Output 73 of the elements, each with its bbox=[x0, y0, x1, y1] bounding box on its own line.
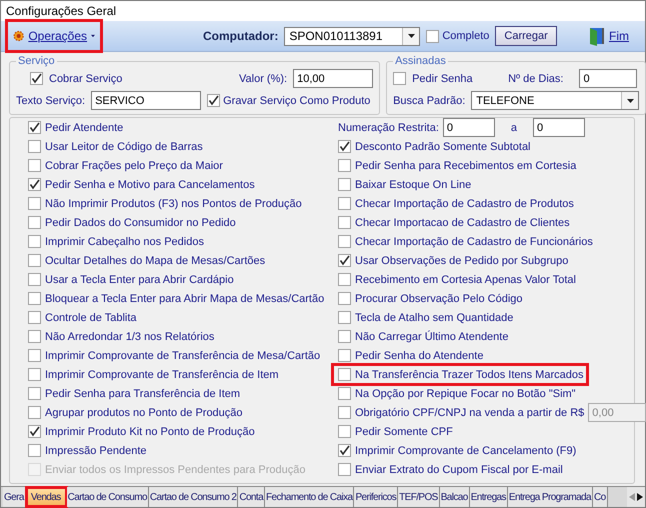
option-label: Usar a Tecla Enter para Abrir Cardápio bbox=[45, 274, 234, 286]
field-label: Busca Padrão: bbox=[393, 94, 466, 106]
option-label: Baixar Estoque On Line bbox=[355, 178, 472, 190]
option-label: Na Opção por Repique Focar no Botão "Sim" bbox=[355, 388, 576, 400]
range-to-field[interactable]: 0 bbox=[533, 118, 585, 137]
option-label: Enviar Extrato do Cupom Fiscal por E-mail bbox=[355, 464, 563, 476]
option-label: Imprimir Comprovante de Transferência de Mesa/Cartão bbox=[45, 350, 320, 362]
option-label: Pedir Senha do Atendente bbox=[355, 350, 484, 362]
range-from-field[interactable]: 0 bbox=[442, 118, 495, 137]
option-label: Pedir Somente CPF bbox=[355, 426, 453, 438]
load-button[interactable]: Carregar bbox=[495, 26, 557, 46]
option-label: Checar Importação de Cadastro de Funcionários bbox=[355, 236, 593, 248]
computer-select[interactable]: SPON010113891 bbox=[284, 26, 420, 46]
exit-button[interactable]: Fim bbox=[582, 25, 635, 47]
tab[interactable]: Co bbox=[592, 487, 608, 507]
tab[interactable]: Vendas bbox=[26, 487, 67, 507]
option-label: Imprimir Produto Kit no Ponto de Produção bbox=[45, 426, 255, 438]
tab[interactable]: TEF/POS bbox=[398, 487, 440, 507]
window-title: Configurações Geral bbox=[1, 1, 645, 21]
option-label: Não Imprimir Produtos (F3) nos Pontos de Produção bbox=[45, 198, 302, 210]
field-label: Texto Serviço: bbox=[16, 94, 86, 106]
option-label: Não Carregar Último Atendente bbox=[355, 330, 508, 342]
option-label: Cobrar Frações pelo Preço da Maior bbox=[45, 160, 223, 172]
service-text-field[interactable]: SERVICO bbox=[91, 91, 202, 110]
value-field[interactable]: 10,00 bbox=[293, 69, 374, 88]
option-label: Usar Leitor de Código de Barras bbox=[45, 140, 203, 152]
option-label: Impressão Pendente bbox=[45, 444, 147, 456]
option-label: Não Arredondar 1/3 nos Relatórios bbox=[45, 330, 214, 342]
option-label: Procurar Observação Pelo Código bbox=[355, 292, 523, 304]
field-label: Numeração Restrita: bbox=[338, 122, 439, 134]
option-label: Pedir Senha bbox=[412, 72, 474, 84]
option-label: Pedir Senha e Motivo para Cancelamentos bbox=[45, 178, 255, 190]
option-label: Na Transferência Trazer Todos Itens Marcados bbox=[355, 368, 584, 380]
option-label: Desconto Padrão Somente Subtotal bbox=[355, 140, 531, 152]
option-label: Usar Observações de Pedido por Subgrupo bbox=[355, 254, 568, 266]
option-label: Controle de Tablita bbox=[45, 312, 137, 324]
completo-label: Completo bbox=[442, 30, 490, 42]
option-label: Gravar Serviço Como Produto bbox=[223, 94, 370, 106]
option-label: Obrigatório CPF/CNPJ na venda a partir de R$ bbox=[355, 406, 584, 418]
option-label: Tecla de Atalho sem Quantidade bbox=[355, 312, 514, 324]
field-label: Nº de Dias: bbox=[508, 72, 564, 84]
tab[interactable]: Entregas bbox=[470, 487, 508, 507]
days-field[interactable]: 0 bbox=[579, 69, 638, 88]
field-label: Valor (%): bbox=[239, 72, 288, 84]
search-select[interactable]: TELEFONE bbox=[471, 91, 640, 110]
tab[interactable]: Gera bbox=[3, 487, 26, 507]
tab[interactable]: Cartao de Consumo 2 bbox=[148, 487, 238, 507]
tab[interactable]: Cartao de Consumo bbox=[66, 487, 149, 507]
option-label: Pedir Senha para Recebimentos em Cortesia bbox=[355, 160, 576, 172]
option-label: Imprimir Cabeçalho nos Pedidos bbox=[45, 236, 204, 248]
option-label: Agrupar produtos no Ponto de Produção bbox=[45, 406, 243, 418]
group-title: Serviço bbox=[17, 55, 56, 67]
option-label: Pedir Atendente bbox=[45, 122, 124, 134]
option-label: Cobrar Serviço bbox=[49, 72, 124, 84]
range-separator: a bbox=[510, 122, 517, 134]
tab[interactable]: Perifericos bbox=[354, 487, 398, 507]
operations-menu-button[interactable]: Operações bbox=[7, 21, 101, 51]
option-label: Imprimir Comprovante de Transferência de Item bbox=[45, 368, 279, 380]
tab[interactable]: Entrega Programada bbox=[508, 487, 593, 507]
tab[interactable]: Fechamento de Caixa bbox=[265, 487, 354, 507]
option-label: Checar Importação de Cadastro de Produtos bbox=[355, 198, 574, 210]
tab[interactable]: Conta bbox=[238, 487, 266, 507]
option-label: Enviar todos os Impressos Pendentes para Produção bbox=[45, 464, 306, 476]
group-title: Assinadas bbox=[394, 55, 447, 67]
option-label: Recebimento em Cortesia Apenas Valor Total bbox=[355, 274, 576, 286]
computer-label: Computador: bbox=[203, 29, 278, 43]
option-label: Bloquear a Tecla Enter para Abrir Mapa de Mesas/Cartão bbox=[45, 292, 324, 304]
option-label: Imprimir Comprovante de Cancelamento (F9) bbox=[355, 444, 576, 456]
option-label: Ocultar Detalhes do Mapa de Mesas/Cartões bbox=[45, 254, 266, 266]
option-label: Pedir Dados do Consumidor no Pedido bbox=[45, 216, 236, 228]
option-label: Checar Importacao de Cadastro de Clientes bbox=[355, 216, 570, 228]
tab[interactable]: Balcao bbox=[440, 487, 470, 507]
option-label: Pedir Senha para Transferência de Item bbox=[45, 388, 240, 400]
